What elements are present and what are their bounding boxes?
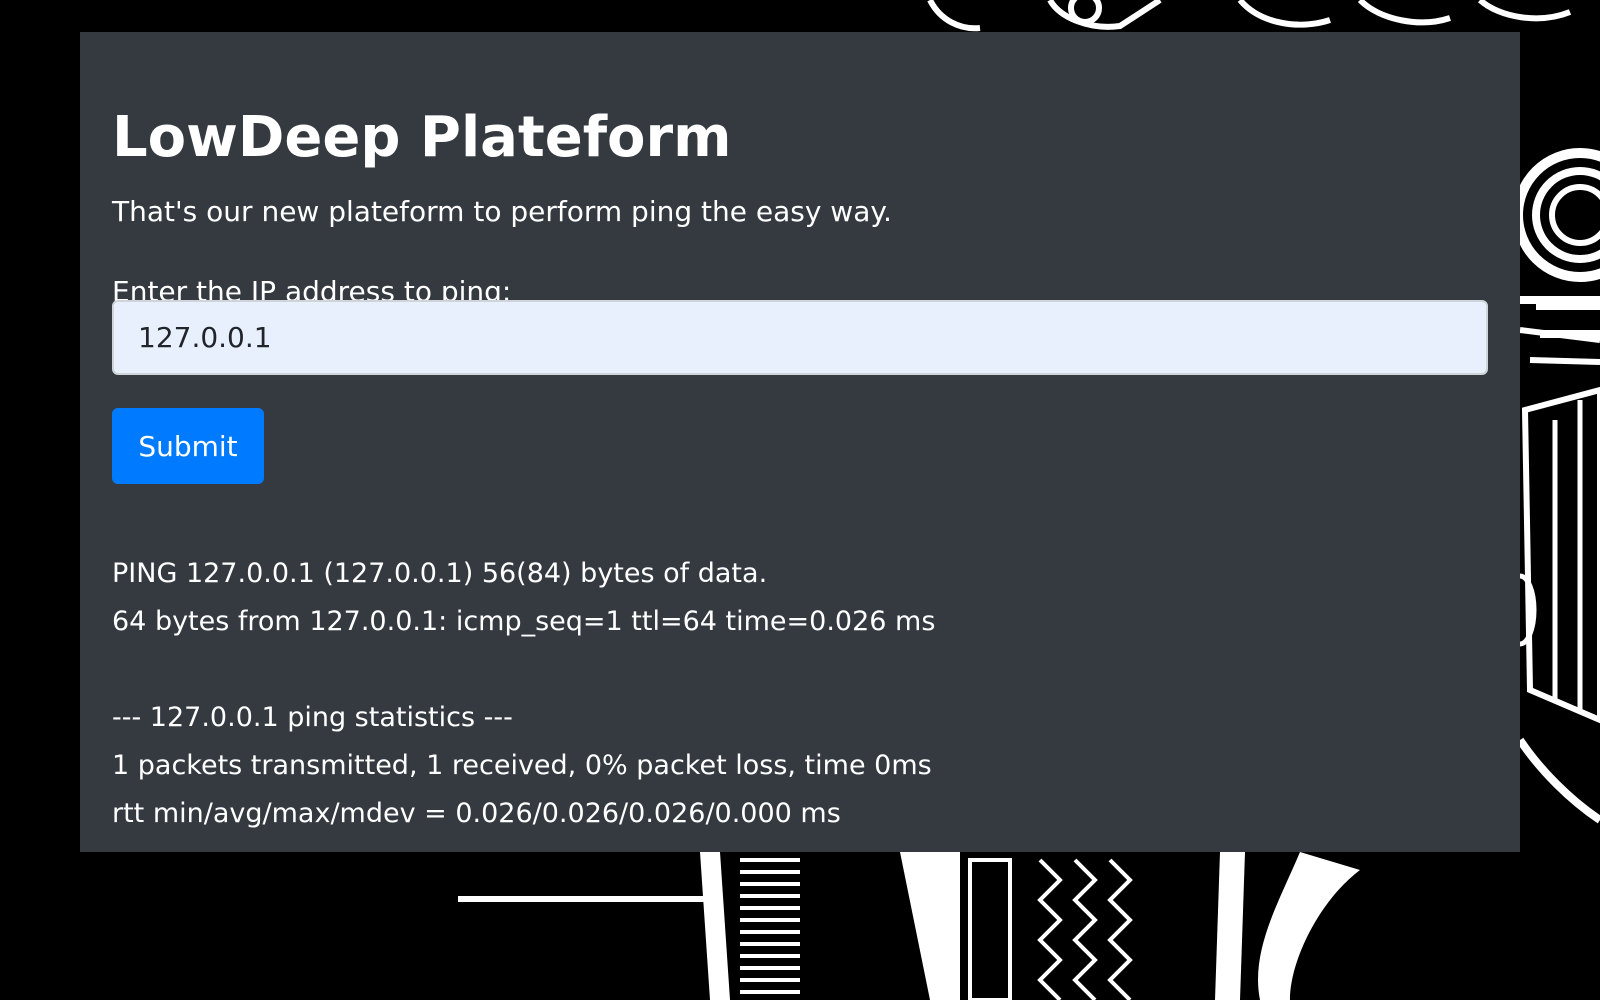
output-line: 64 bytes from 127.0.0.1: icmp_seq=1 ttl=… — [112, 606, 936, 637]
main-card: LowDeep Plateform That's our new platefo… — [80, 32, 1520, 852]
page-subtitle: That's our new plateform to perform ping… — [112, 195, 892, 228]
output-line: rtt min/avg/max/mdev = 0.026/0.026/0.026… — [112, 798, 841, 829]
ip-address-input[interactable] — [112, 300, 1488, 375]
output-line: PING 127.0.0.1 (127.0.0.1) 56(84) bytes … — [112, 558, 768, 589]
output-line: --- 127.0.0.1 ping statistics --- — [112, 702, 513, 733]
page-title: LowDeep Plateform — [112, 105, 732, 170]
output-line: 1 packets transmitted, 1 received, 0% pa… — [112, 750, 932, 781]
submit-button[interactable]: Submit — [112, 408, 264, 484]
ping-output: PING 127.0.0.1 (127.0.0.1) 56(84) bytes … — [112, 550, 935, 838]
